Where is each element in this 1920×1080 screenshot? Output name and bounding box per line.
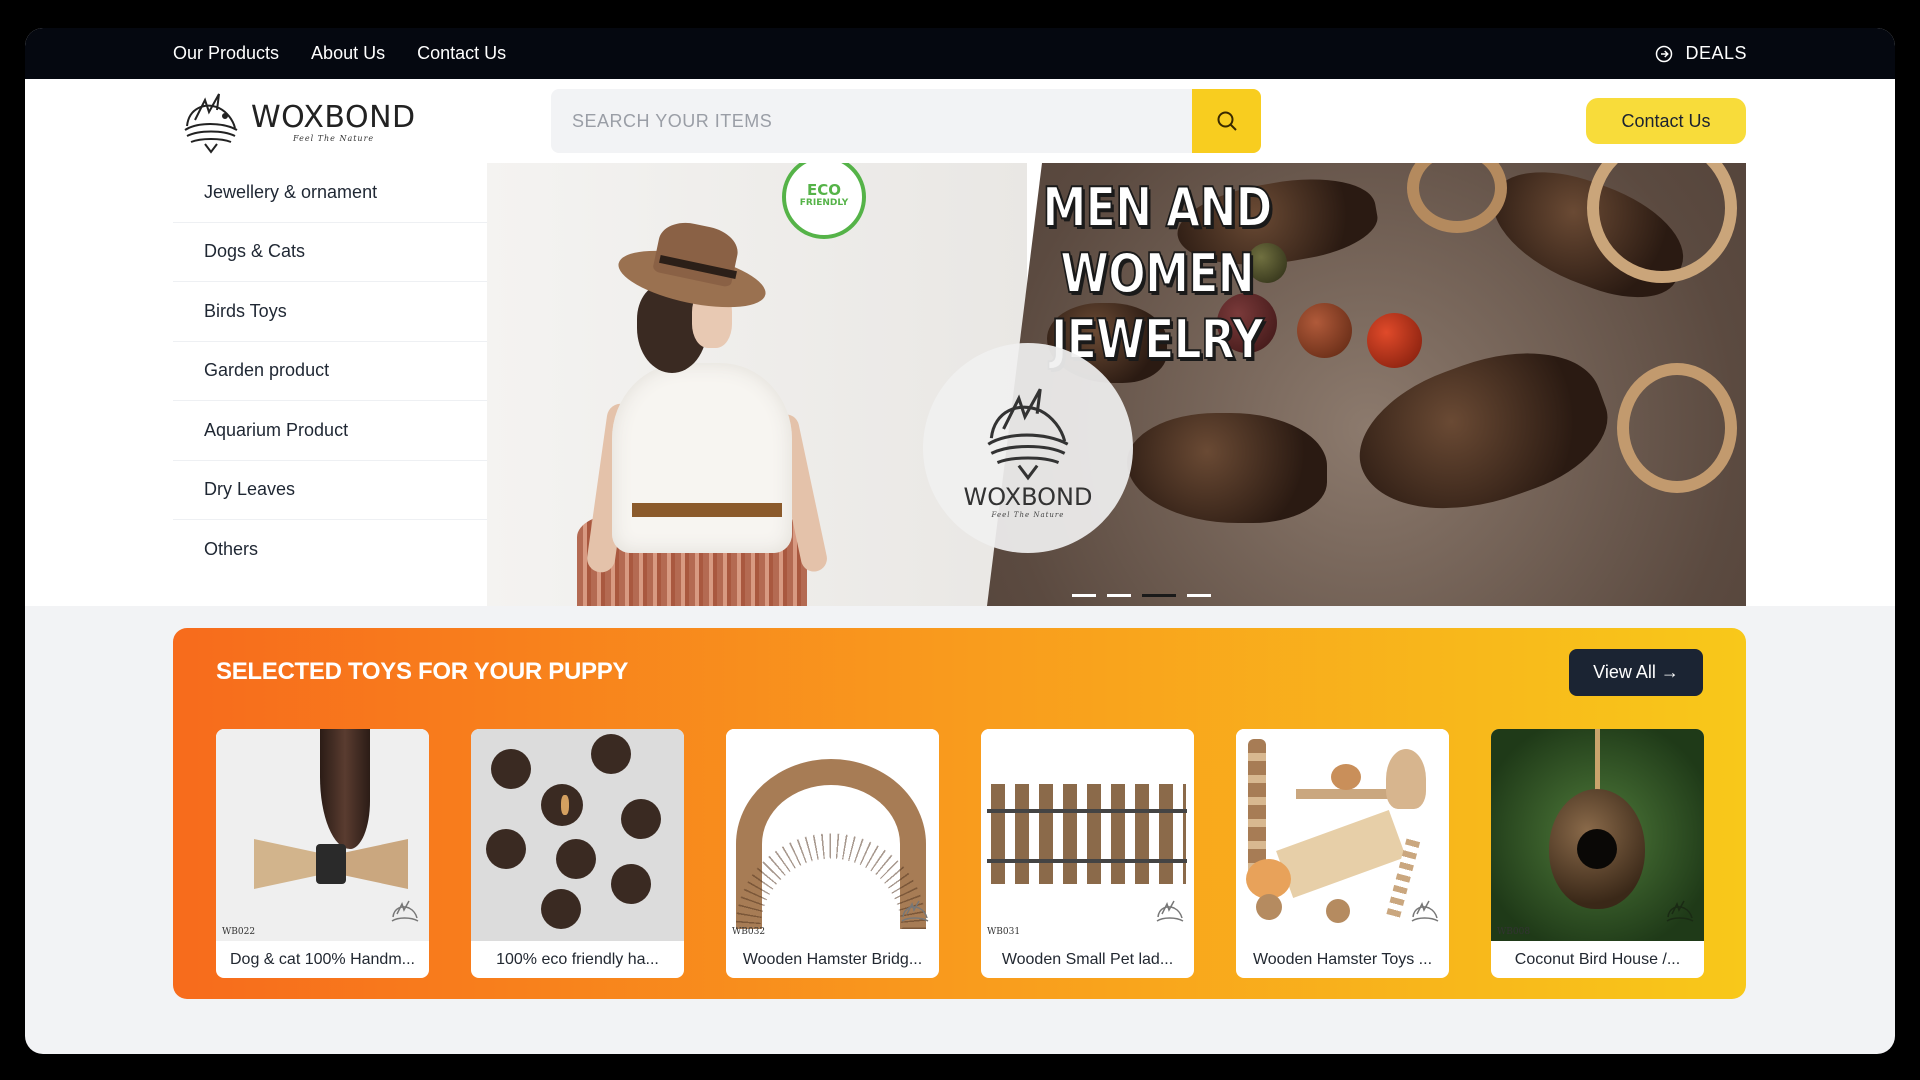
- search-bar: [551, 89, 1261, 153]
- product-sku: WB031: [987, 927, 1021, 937]
- product-title: Wooden Small Pet lad...: [1001, 950, 1174, 968]
- banner-logo-badge: WOXBOND Feel The Nature: [923, 343, 1133, 553]
- product-title: Wooden Hamster Bridg...: [742, 950, 923, 968]
- woxbond-watermark-icon: [1666, 900, 1694, 922]
- arrow-circle-right-icon: [1656, 45, 1673, 62]
- hero-banner[interactable]: ECO FRIENDLY MEN AND WOMEN JEWELRY WOXBO…: [487, 163, 1746, 606]
- eco-badge-line1: ECO: [806, 181, 841, 199]
- category-birds-toys[interactable]: Birds Toys: [173, 282, 487, 342]
- site-logo[interactable]: WOXBOND Feel The Nature: [175, 85, 425, 159]
- nav-our-products[interactable]: Our Products: [173, 43, 279, 64]
- woxbond-watermark-icon: [901, 900, 929, 922]
- search-icon: [1217, 111, 1237, 131]
- deals-label: DEALS: [1685, 43, 1747, 63]
- product-card[interactable]: WB022 Dog & cat 100% Handm...: [216, 729, 429, 978]
- product-image: [471, 729, 684, 941]
- category-aquarium[interactable]: Aquarium Product: [173, 401, 487, 461]
- product-image: WB032: [726, 729, 939, 941]
- product-card[interactable]: WB008 Coconut Bird House /...: [1491, 729, 1704, 978]
- deals-link[interactable]: DEALS: [1655, 28, 1747, 79]
- carousel-dot-4[interactable]: [1187, 594, 1211, 597]
- woxbond-watermark-icon: [1156, 900, 1184, 922]
- nav-about-us[interactable]: About Us: [311, 43, 385, 64]
- category-others[interactable]: Others: [173, 520, 487, 580]
- product-title: 100% eco friendly ha...: [496, 950, 659, 968]
- carousel-dot-1[interactable]: [1072, 594, 1096, 597]
- nav-contact-us[interactable]: Contact Us: [417, 43, 506, 64]
- banner-logo-name: WOXBOND: [963, 483, 1093, 511]
- product-card-list: WB022 Dog & cat 100% Handm... 100% eco f…: [216, 729, 1704, 978]
- product-image: WB022: [216, 729, 429, 941]
- category-sidebar: Jewellery & ornament Dogs & Cats Birds T…: [173, 163, 487, 606]
- site-header: WOXBOND Feel The Nature Contact Us: [25, 79, 1895, 163]
- woxbond-logo-icon: [987, 388, 1069, 481]
- product-card[interactable]: WB031 Wooden Small Pet lad...: [981, 729, 1194, 978]
- product-image: [1236, 729, 1449, 941]
- carousel-dots: [1072, 594, 1211, 597]
- woxbond-watermark-icon: [391, 900, 419, 922]
- top-bar: Our Products About Us Contact Us DEALS: [25, 28, 1895, 79]
- product-card[interactable]: WB032 Wooden Hamster Bridg...: [726, 729, 939, 978]
- product-card[interactable]: Wooden Hamster Toys ...: [1236, 729, 1449, 978]
- contact-us-button[interactable]: Contact Us: [1586, 98, 1746, 144]
- product-sku: WB022: [222, 927, 256, 937]
- product-card[interactable]: 100% eco friendly ha...: [471, 729, 684, 978]
- product-title: Coconut Bird House /...: [1514, 950, 1681, 968]
- eco-badge-line2: FRIENDLY: [799, 198, 849, 208]
- carousel-dot-2[interactable]: [1107, 594, 1131, 597]
- section-title: SELECTED TOYS FOR YOUR PUPPY: [216, 658, 629, 685]
- search-input[interactable]: [551, 89, 1192, 153]
- carousel-dot-3[interactable]: [1142, 594, 1176, 597]
- logo-tagline: Feel The Nature: [293, 133, 375, 143]
- product-image: WB008: [1491, 729, 1704, 941]
- top-nav: Our Products About Us Contact Us: [173, 28, 506, 79]
- category-dry-leaves[interactable]: Dry Leaves: [173, 461, 487, 520]
- product-image: WB031: [981, 729, 1194, 941]
- woxbond-logo-icon: [184, 93, 238, 154]
- banner-logo-tagline: Feel The Nature: [991, 511, 1065, 519]
- selected-toys-section: SELECTED TOYS FOR YOUR PUPPY View All → …: [173, 628, 1746, 999]
- product-title: Dog & cat 100% Handm...: [230, 950, 415, 968]
- product-sku: WB032: [732, 927, 766, 937]
- category-garden[interactable]: Garden product: [173, 342, 487, 401]
- category-dogs-cats[interactable]: Dogs & Cats: [173, 223, 487, 282]
- woxbond-watermark-icon: [1411, 900, 1439, 922]
- category-jewellery[interactable]: Jewellery & ornament: [173, 163, 487, 223]
- logo-name: WOXBOND: [251, 99, 416, 135]
- browser-window: Our Products About Us Contact Us DEALS W…: [25, 28, 1895, 1054]
- view-all-button[interactable]: View All →: [1569, 649, 1703, 696]
- product-title: Wooden Hamster Toys ...: [1252, 950, 1433, 968]
- search-button[interactable]: [1192, 89, 1261, 153]
- product-sku: WB008: [1497, 927, 1531, 937]
- banner-headline-line1: MEN AND WOMEN: [1042, 175, 1274, 306]
